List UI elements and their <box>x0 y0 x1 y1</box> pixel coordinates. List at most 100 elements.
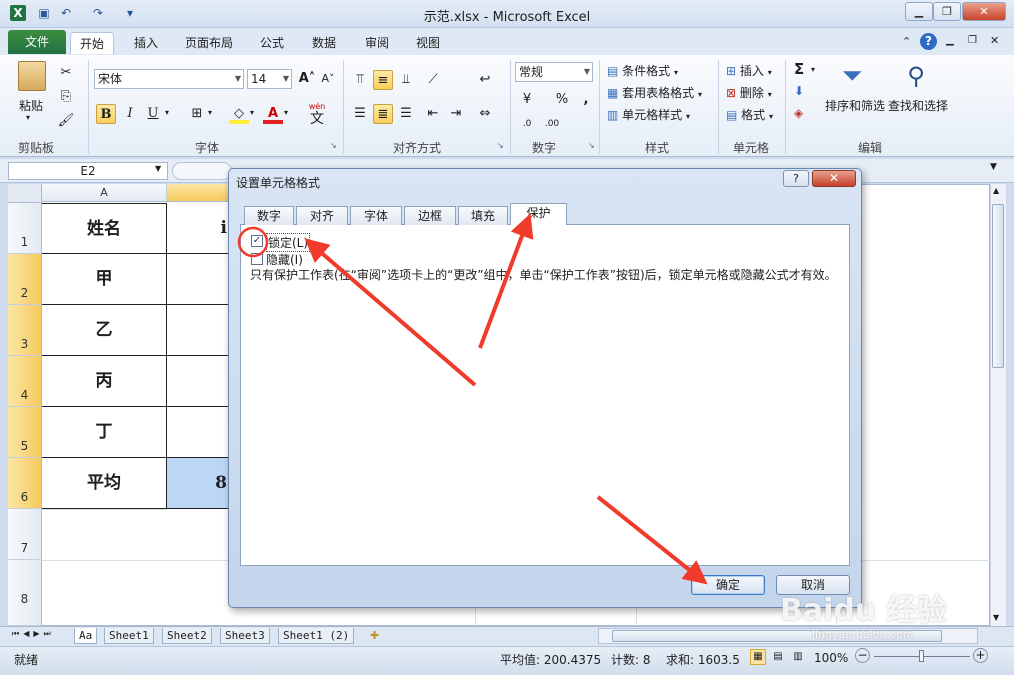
cell-a1[interactable]: 姓名 <box>42 203 167 254</box>
column-header-b[interactable] <box>167 184 229 202</box>
cell-a5[interactable]: 丁 <box>42 407 167 458</box>
zoom-level[interactable]: 100% <box>814 651 848 665</box>
scroll-up-icon[interactable]: ▲ <box>993 186 999 195</box>
sheet-tab-sheet3[interactable]: Sheet3 <box>220 628 270 644</box>
cell-a2[interactable]: 甲 <box>42 254 167 305</box>
row-header-4[interactable]: 4 <box>8 356 42 407</box>
sheet-tab-sheet1-2[interactable]: Sheet1 (2) <box>278 628 355 644</box>
cell-b4[interactable] <box>167 356 229 407</box>
row-header-3[interactable]: 3 <box>8 305 42 356</box>
format-as-table-button[interactable]: ▦ 套用表格格式 ▾ <box>607 84 702 101</box>
cell-a4[interactable]: 丙 <box>42 356 167 407</box>
normal-view-icon[interactable]: ▦ <box>750 649 766 665</box>
tab-review[interactable]: 审阅 <box>356 32 398 54</box>
row-header-6[interactable]: 6 <box>8 458 42 509</box>
increase-indent-icon[interactable]: ⇥ <box>446 104 466 124</box>
zoom-slider-thumb[interactable] <box>919 650 924 662</box>
binoculars-icon[interactable]: ⚲ <box>900 60 932 92</box>
page-break-view-icon[interactable]: ▥ <box>790 649 806 665</box>
tab-formulas[interactable]: 公式 <box>251 32 293 54</box>
cell-b2[interactable] <box>167 254 229 305</box>
tab-data[interactable]: 数据 <box>303 32 345 54</box>
fill-color-icon[interactable]: ◇ <box>229 104 249 124</box>
help-icon[interactable]: ? <box>920 33 937 50</box>
orientation-icon[interactable]: ⟋ <box>423 70 443 90</box>
tab-view[interactable]: 视图 <box>407 32 449 54</box>
hidden-checkbox[interactable] <box>251 253 263 265</box>
cell-b3[interactable] <box>167 305 229 356</box>
vertical-scroll-thumb[interactable] <box>992 204 1004 368</box>
sort-filter-icon[interactable]: ⏷ <box>836 60 868 92</box>
cut-icon[interactable]: ✂ <box>56 63 76 83</box>
tab-home[interactable]: 开始 <box>70 32 115 54</box>
insert-cells-button[interactable]: ⊞ 插入 ▾ <box>726 62 772 79</box>
sheet-tab-sheet2[interactable]: Sheet2 <box>162 628 212 644</box>
cell-b5[interactable] <box>167 407 229 458</box>
cell-styles-button[interactable]: ▥ 单元格样式 ▾ <box>607 106 690 123</box>
decrease-indent-icon[interactable]: ⇤ <box>423 104 443 124</box>
align-right-icon[interactable]: ☰ <box>396 104 416 124</box>
sheet-tab-sheet1[interactable]: Sheet1 <box>104 628 154 644</box>
borders-dropdown-icon[interactable]: ▾ <box>208 108 212 117</box>
phonetic-guide-button[interactable]: wén 文 <box>305 103 329 128</box>
locked-label[interactable]: 锁定(L) <box>266 233 311 252</box>
close-window-button[interactable]: ✕ <box>962 2 1006 21</box>
row-header-7[interactable]: 7 <box>8 509 42 560</box>
locked-checkbox[interactable]: ✓ <box>251 235 263 247</box>
wrap-text-icon[interactable]: ↩ <box>475 70 495 90</box>
grow-font-icon[interactable]: A˄ <box>297 69 317 89</box>
font-dialog-launcher-icon[interactable]: ↘ <box>330 141 337 150</box>
dialog-tab-protection[interactable]: 保护 <box>510 203 567 225</box>
format-painter-icon[interactable]: 🖌 <box>56 111 76 131</box>
delete-cells-button[interactable]: ⊠ 删除 ▾ <box>726 84 772 101</box>
cell-a6[interactable]: 平均 <box>42 458 167 509</box>
decrease-decimal-icon[interactable]: .00 <box>542 114 562 134</box>
alignment-dialog-launcher-icon[interactable]: ↘ <box>497 141 504 150</box>
autosum-dropdown-icon[interactable]: ▾ <box>811 65 815 74</box>
dialog-close-button[interactable]: ✕ <box>812 170 856 187</box>
align-middle-icon[interactable]: ≡ <box>373 70 393 90</box>
minimize-button[interactable]: ▁ <box>905 2 933 21</box>
paste-button[interactable]: 粘贴 <box>19 97 43 114</box>
paste-icon[interactable] <box>18 61 46 91</box>
page-layout-view-icon[interactable]: ▤ <box>770 649 786 665</box>
number-format-combo[interactable]: 常规 ▼ <box>515 62 593 82</box>
conditional-formatting-button[interactable]: ▤ 条件格式 ▾ <box>607 62 678 79</box>
font-name-combo[interactable]: 宋体 ▼ <box>94 69 244 89</box>
copy-icon[interactable]: ⎘ <box>56 87 76 107</box>
zoom-in-button[interactable]: + <box>973 648 988 663</box>
percent-style-button[interactable]: % <box>552 90 572 110</box>
dialog-tab-font[interactable]: 字体 <box>350 206 402 225</box>
workbook-close-icon[interactable]: ✕ <box>990 34 999 47</box>
dialog-help-button[interactable]: ? <box>783 170 809 187</box>
workbook-minimize-icon[interactable]: ▁ <box>946 35 954 46</box>
tab-file[interactable]: 文件 <box>8 30 66 54</box>
workbook-restore-icon[interactable]: ❐ <box>968 35 977 46</box>
sheet-tab-aa[interactable]: Aa <box>74 628 98 644</box>
align-bottom-icon[interactable]: ⫫ <box>396 70 416 90</box>
row-header-1[interactable]: 1 <box>8 203 42 254</box>
row-header-5[interactable]: 5 <box>8 407 42 458</box>
maximize-button[interactable]: ❐ <box>933 2 961 21</box>
row-header-2[interactable]: 2 <box>8 254 42 305</box>
zoom-out-button[interactable]: − <box>855 648 870 663</box>
align-left-icon[interactable]: ☰ <box>350 104 370 124</box>
align-top-icon[interactable]: ⫪ <box>350 70 370 90</box>
paste-dropdown-icon[interactable]: ▾ <box>26 113 30 122</box>
formula-bar-handle[interactable] <box>172 162 232 180</box>
increase-decimal-icon[interactable]: .0 <box>517 114 537 134</box>
ok-button[interactable]: 确定 <box>691 575 765 595</box>
accounting-format-icon[interactable]: ¥ <box>517 90 537 110</box>
sort-filter-button[interactable]: 排序和筛选 <box>825 97 885 114</box>
select-all-corner[interactable] <box>8 184 42 203</box>
borders-icon[interactable]: ⊞ <box>187 104 207 124</box>
italic-button[interactable]: I <box>120 104 140 124</box>
dialog-tab-number[interactable]: 数字 <box>244 206 294 225</box>
underline-button[interactable]: U <box>143 104 163 124</box>
cell-b1[interactable]: i <box>167 203 229 254</box>
sheet-nav-arrows-icon[interactable]: ⏮◀▶⏭ <box>12 629 55 639</box>
name-box[interactable]: E2 <box>8 162 168 180</box>
dialog-tab-border[interactable]: 边框 <box>404 206 456 225</box>
column-header-a[interactable]: A <box>42 184 167 202</box>
cell-b6[interactable]: 8 <box>167 458 229 509</box>
